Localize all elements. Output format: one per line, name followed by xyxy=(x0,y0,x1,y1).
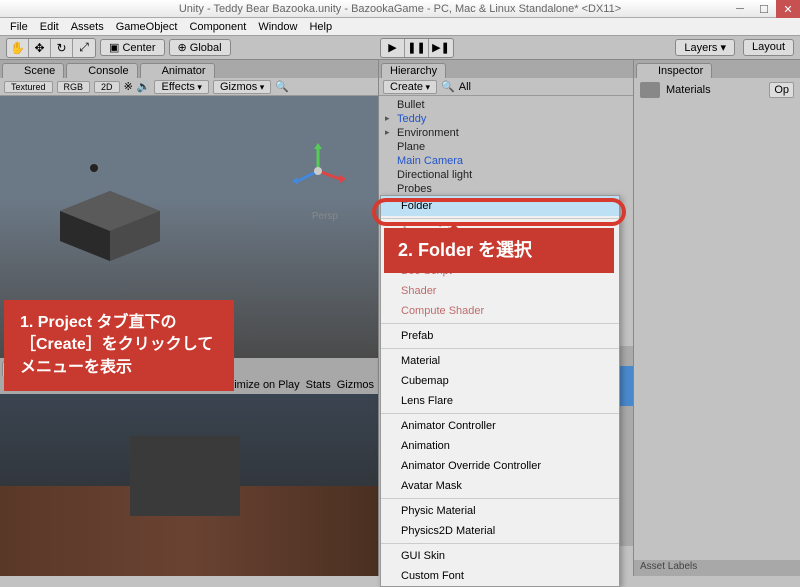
menu-item-animation[interactable]: Animation xyxy=(381,436,619,456)
window-title: Unity - Teddy Bear Bazooka.unity - Bazoo… xyxy=(179,3,621,15)
hierarchy-item-teddy[interactable]: Teddy xyxy=(379,112,633,126)
gizmos-dropdown[interactable]: Gizmos ▾ xyxy=(213,80,271,94)
asset-labels-section: Asset Labels xyxy=(634,560,800,576)
main-toolbar: ✋ ✥ ↻ ⤢ ▣ Center ⊕ Global ▶ ❚❚ ▶❚ Layers… xyxy=(0,36,800,60)
menu-separator xyxy=(381,543,619,544)
create-dropdown[interactable]: Create ▾ xyxy=(383,80,437,94)
effects-dropdown[interactable]: Effects ▾ xyxy=(154,80,208,94)
scale-tool-icon[interactable]: ⤢ xyxy=(73,39,95,57)
hierarchy-item-plane[interactable]: Plane xyxy=(379,140,633,154)
annotation-callout-1: 1. Project タブ直下の［Create］をクリックしてメニューを表示 xyxy=(4,300,234,391)
close-button[interactable]: ✕ xyxy=(776,0,800,18)
menu-component[interactable]: Component xyxy=(183,21,252,33)
menu-item-cubemap[interactable]: Cubemap xyxy=(381,371,619,391)
move-tool-icon[interactable]: ✥ xyxy=(29,39,51,57)
menu-item-shader[interactable]: Shader xyxy=(381,281,619,301)
minimize-button[interactable]: ─ xyxy=(728,0,752,18)
hierarchy-item-environment[interactable]: Environment xyxy=(379,126,633,140)
menu-separator xyxy=(381,218,619,219)
menu-item-lensflare[interactable]: Lens Flare xyxy=(381,391,619,411)
menu-item-folder[interactable]: Folder xyxy=(381,196,619,216)
menu-item-material[interactable]: Material xyxy=(381,351,619,371)
animator-icon xyxy=(149,66,159,76)
search-icon[interactable]: 🔍 xyxy=(275,80,289,93)
menu-gameobject[interactable]: GameObject xyxy=(110,21,184,33)
search-icon[interactable]: 🔍 xyxy=(441,80,455,93)
pivot-mode-button[interactable]: ▣ Center xyxy=(100,39,165,56)
scene-panel-tabs: Scene Console Animator xyxy=(0,60,378,78)
rotate-tool-icon[interactable]: ↻ xyxy=(51,39,73,57)
inspector-icon xyxy=(645,66,655,76)
menu-item-guiskin[interactable]: GUI Skin xyxy=(381,546,619,566)
gizmos-toggle[interactable]: Gizmos xyxy=(337,379,374,391)
rgb-dropdown[interactable]: RGB xyxy=(57,81,91,93)
menu-separator xyxy=(381,413,619,414)
all-filter[interactable]: All xyxy=(459,81,471,93)
inspector-name: Materials xyxy=(666,84,711,96)
game-cube xyxy=(130,436,240,516)
hierarchy-item-maincamera[interactable]: Main Camera xyxy=(379,154,633,168)
stats-toggle[interactable]: Stats xyxy=(306,379,331,391)
step-button[interactable]: ▶❚ xyxy=(429,39,453,57)
menu-file[interactable]: File xyxy=(4,21,34,33)
menu-assets[interactable]: Assets xyxy=(65,21,110,33)
menu-item-animoverride[interactable]: Animator Override Controller xyxy=(381,456,619,476)
menu-item-customfont[interactable]: Custom Font xyxy=(381,566,619,586)
pause-button[interactable]: ❚❚ xyxy=(405,39,429,57)
scrollbar-thumb[interactable] xyxy=(619,366,633,406)
tab-hierarchy[interactable]: Hierarchy xyxy=(381,63,446,78)
menu-separator xyxy=(381,323,619,324)
hierarchy-item-dirlight[interactable]: Directional light xyxy=(379,168,633,182)
tab-animator[interactable]: Animator xyxy=(140,63,215,78)
annotation-callout-2: 2. Folder を選択 xyxy=(384,228,614,273)
hierarchy-item-probes[interactable]: Probes xyxy=(379,182,633,196)
menu-window[interactable]: Window xyxy=(252,21,303,33)
rotation-mode-button[interactable]: ⊕ Global xyxy=(169,39,231,56)
tab-console[interactable]: Console xyxy=(66,63,137,78)
persp-label: Persp xyxy=(312,211,338,222)
light-toggle-icon[interactable]: ※ xyxy=(124,80,133,93)
play-controls: ▶ ❚❚ ▶❚ xyxy=(380,38,454,58)
menu-item-compute[interactable]: Compute Shader xyxy=(381,301,619,321)
audio-toggle-icon[interactable]: 🔊 xyxy=(137,80,151,93)
menu-item-prefab[interactable]: Prefab xyxy=(381,326,619,346)
menubar: File Edit Assets GameObject Component Wi… xyxy=(0,18,800,36)
maximize-button[interactable]: ☐ xyxy=(752,0,776,18)
scene-sphere-object[interactable] xyxy=(90,164,98,172)
hand-tool-icon[interactable]: ✋ xyxy=(7,39,29,57)
scrollbar-track[interactable] xyxy=(619,346,633,546)
scene-icon xyxy=(11,66,21,76)
play-button[interactable]: ▶ xyxy=(381,39,405,57)
open-button[interactable]: Op xyxy=(769,82,794,98)
layout-dropdown[interactable]: Layout xyxy=(743,39,794,56)
game-view[interactable] xyxy=(0,394,378,576)
menu-help[interactable]: Help xyxy=(303,21,338,33)
tab-scene[interactable]: Scene xyxy=(2,63,64,78)
layers-dropdown[interactable]: Layers ▾ xyxy=(675,39,735,56)
inspector-panel-tabs: Inspector xyxy=(634,60,800,78)
menu-separator xyxy=(381,348,619,349)
console-icon xyxy=(75,66,85,76)
render-mode-dropdown[interactable]: Textured xyxy=(4,81,53,93)
inspector-header: Materials Op xyxy=(634,78,800,102)
menu-edit[interactable]: Edit xyxy=(34,21,65,33)
center-icon: ▣ xyxy=(109,42,119,54)
hierarchy-panel-tabs: Hierarchy xyxy=(379,60,633,78)
transform-tools: ✋ ✥ ↻ ⤢ xyxy=(6,38,96,58)
orientation-gizmo[interactable] xyxy=(288,141,348,201)
global-icon: ⊕ xyxy=(178,42,187,54)
hierarchy-toolbar: Create ▾ 🔍 All xyxy=(379,78,633,96)
menu-item-phys2d[interactable]: Physics2D Material xyxy=(381,521,619,541)
tab-inspector[interactable]: Inspector xyxy=(636,63,712,78)
folder-icon xyxy=(640,82,660,98)
menu-item-animcontroller[interactable]: Animator Controller xyxy=(381,416,619,436)
menu-item-physmaterial[interactable]: Physic Material xyxy=(381,501,619,521)
scene-cube-object[interactable] xyxy=(60,191,160,261)
menu-item-avatarmask[interactable]: Avatar Mask xyxy=(381,476,619,496)
menu-separator xyxy=(381,498,619,499)
hierarchy-item-bullet[interactable]: Bullet xyxy=(379,98,633,112)
scene-toolbar: Textured RGB 2D ※ 🔊 Effects ▾ Gizmos ▾ 🔍 xyxy=(0,78,378,96)
window-titlebar: Unity - Teddy Bear Bazooka.unity - Bazoo… xyxy=(0,0,800,18)
2d-toggle[interactable]: 2D xyxy=(94,81,120,93)
